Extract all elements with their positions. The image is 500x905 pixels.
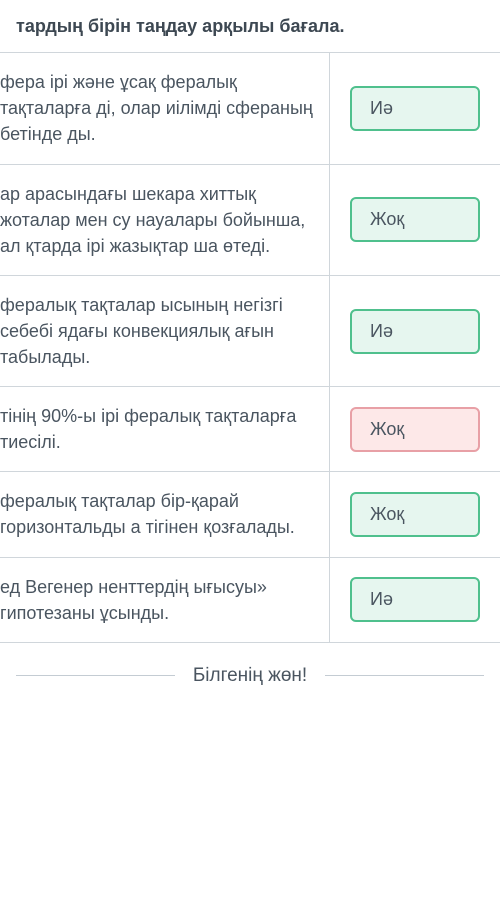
answer-cell: Жоқ [330,165,500,275]
statement-text: ар арасындағы шекара хиттық жоталар мен … [0,184,305,256]
statement-cell: тінің 90%-ы ірі фералық тақталарға тиесі… [0,387,330,471]
answer-button[interactable]: Иә [350,86,480,131]
table-row: ед Вегенер ненттердің ығысуы» гипотезаны… [0,558,500,643]
statement-text: фера ірі және ұсақ фералық тақталарға ді… [0,72,313,144]
instruction-text: тардың бірін таңдау арқылы бағала. [16,16,344,36]
statement-text: тінің 90%-ы ірі фералық тақталарға тиесі… [0,406,296,452]
statement-cell: фера ірі және ұсақ фералық тақталарға ді… [0,53,330,163]
answer-button[interactable]: Жоқ [350,492,480,537]
answer-label: Иә [370,321,393,341]
table-row: ар арасындағы шекара хиттық жоталар мен … [0,165,500,276]
answer-label: Иә [370,589,393,609]
quiz-table: фера ірі және ұсақ фералық тақталарға ді… [0,53,500,642]
answer-label: Жоқ [370,504,404,524]
table-row: фералық тақталар ысының негізгі себебі я… [0,276,500,387]
instruction-header: тардың бірін таңдау арқылы бағала. [0,0,500,53]
answer-cell: Иә [330,276,500,386]
table-row: фера ірі және ұсақ фералық тақталарға ді… [0,53,500,164]
answer-button[interactable]: Жоқ [350,407,480,452]
statement-cell: фералық тақталар ысының негізгі себебі я… [0,276,330,386]
statement-cell: ар арасындағы шекара хиттық жоталар мен … [0,165,330,275]
answer-button[interactable]: Иә [350,577,480,622]
answer-cell: Жоқ [330,387,500,471]
answer-label: Жоқ [370,419,404,439]
statement-cell: ед Вегенер ненттердің ығысуы» гипотезаны… [0,558,330,642]
table-row: фералық тақталар бір-қарай горизонтальды… [0,472,500,557]
table-row: тінің 90%-ы ірі фералық тақталарға тиесі… [0,387,500,472]
answer-button[interactable]: Иә [350,309,480,354]
answer-label: Жоқ [370,209,404,229]
answer-cell: Иә [330,53,500,163]
divider-line-right [325,675,484,676]
divider-line-left [16,675,175,676]
statement-text: фералық тақталар ысының негізгі себебі я… [0,295,283,367]
answer-button[interactable]: Жоқ [350,197,480,242]
statement-text: фералық тақталар бір-қарай горизонтальды… [0,491,295,537]
footer-label: Білгенің жөн! [175,665,325,687]
statement-cell: фералық тақталар бір-қарай горизонтальды… [0,472,330,556]
footer-divider: Білгенің жөн! [0,665,500,687]
answer-label: Иә [370,98,393,118]
answer-cell: Иә [330,558,500,642]
statement-text: ед Вегенер ненттердің ығысуы» гипотезаны… [0,577,267,623]
answer-cell: Жоқ [330,472,500,556]
